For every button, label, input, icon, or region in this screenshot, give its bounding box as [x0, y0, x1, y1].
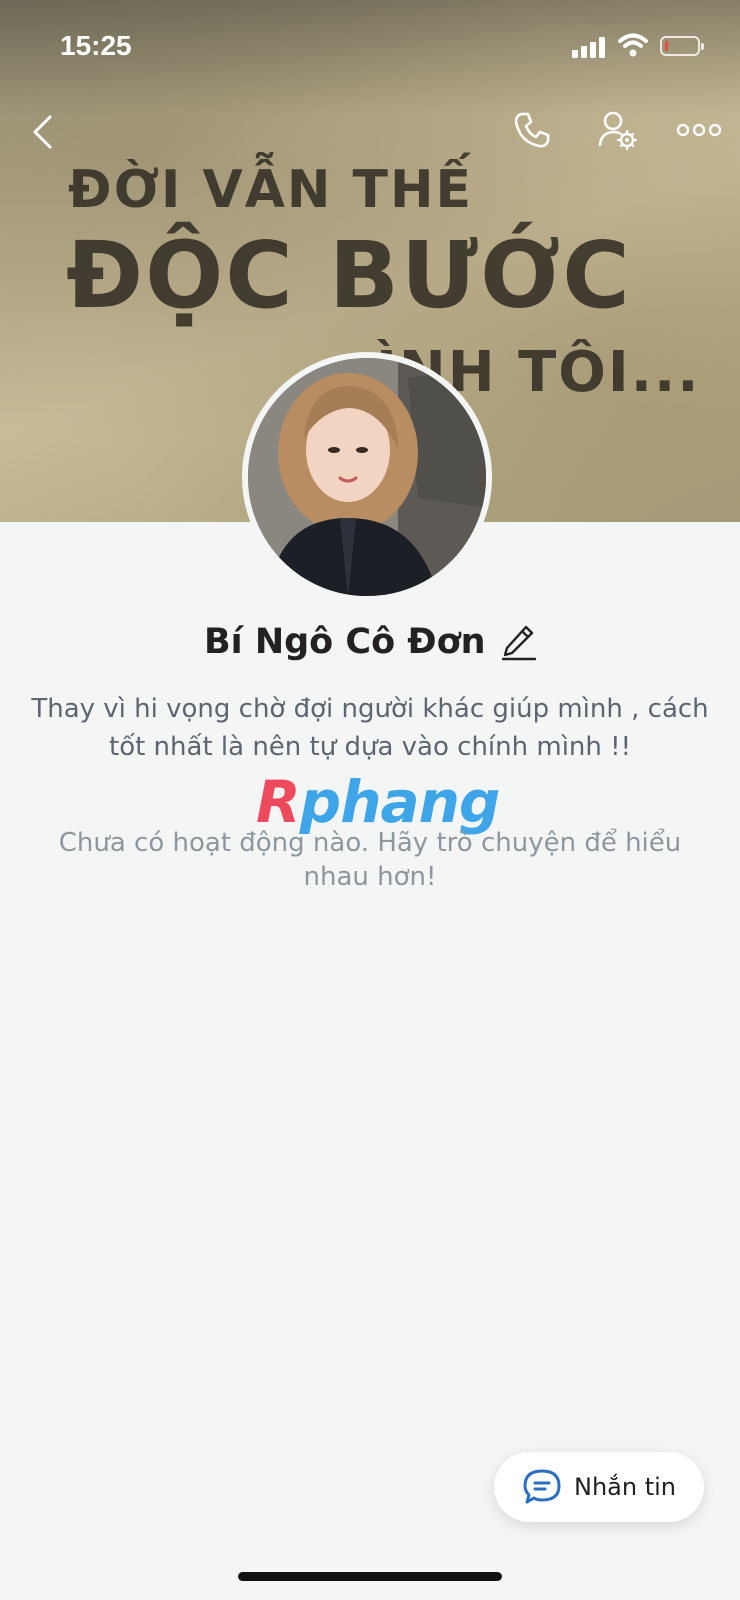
profile-name: Bí Ngô Cô Đơn — [203, 622, 486, 662]
watermark-logo: Rphang — [256, 770, 500, 834]
wifi-icon — [618, 33, 648, 57]
message-button-label: Nhắn tin — [574, 1473, 676, 1501]
status-bar: 15:25 — [0, 0, 740, 96]
profile-settings-button[interactable] — [594, 106, 642, 154]
battery-icon — [660, 36, 704, 56]
back-button[interactable] — [22, 108, 62, 156]
more-options-button[interactable] — [674, 106, 724, 154]
message-button[interactable]: Nhắn tin — [494, 1452, 704, 1522]
edit-name-button[interactable] — [501, 623, 537, 666]
call-button[interactable] — [508, 106, 556, 154]
empty-activity-text: Chưa có hoạt động nào. Hãy trò chuyện để… — [58, 828, 682, 892]
profile-name-row: Bí Ngô Cô Đơn — [0, 622, 740, 670]
profile-bio: Thay vì hi vọng chờ đợi người khác giúp … — [31, 694, 709, 762]
cover-text-line-2: ĐỘC BƯỚC — [66, 222, 632, 329]
signal-icon — [572, 36, 608, 58]
phone-icon — [514, 112, 550, 148]
back-icon — [33, 115, 52, 149]
status-time: 15:25 — [60, 30, 132, 61]
more-icon — [676, 123, 722, 137]
chat-bubble-icon — [523, 1469, 561, 1504]
pencil-icon — [501, 626, 537, 661]
avatar[interactable] — [242, 352, 492, 602]
cover-text-line-1: ĐỜI VẪN THẾ — [68, 160, 474, 220]
avatar-photo — [248, 358, 486, 596]
user-settings-icon — [598, 111, 638, 151]
home-indicator[interactable] — [238, 1572, 502, 1581]
